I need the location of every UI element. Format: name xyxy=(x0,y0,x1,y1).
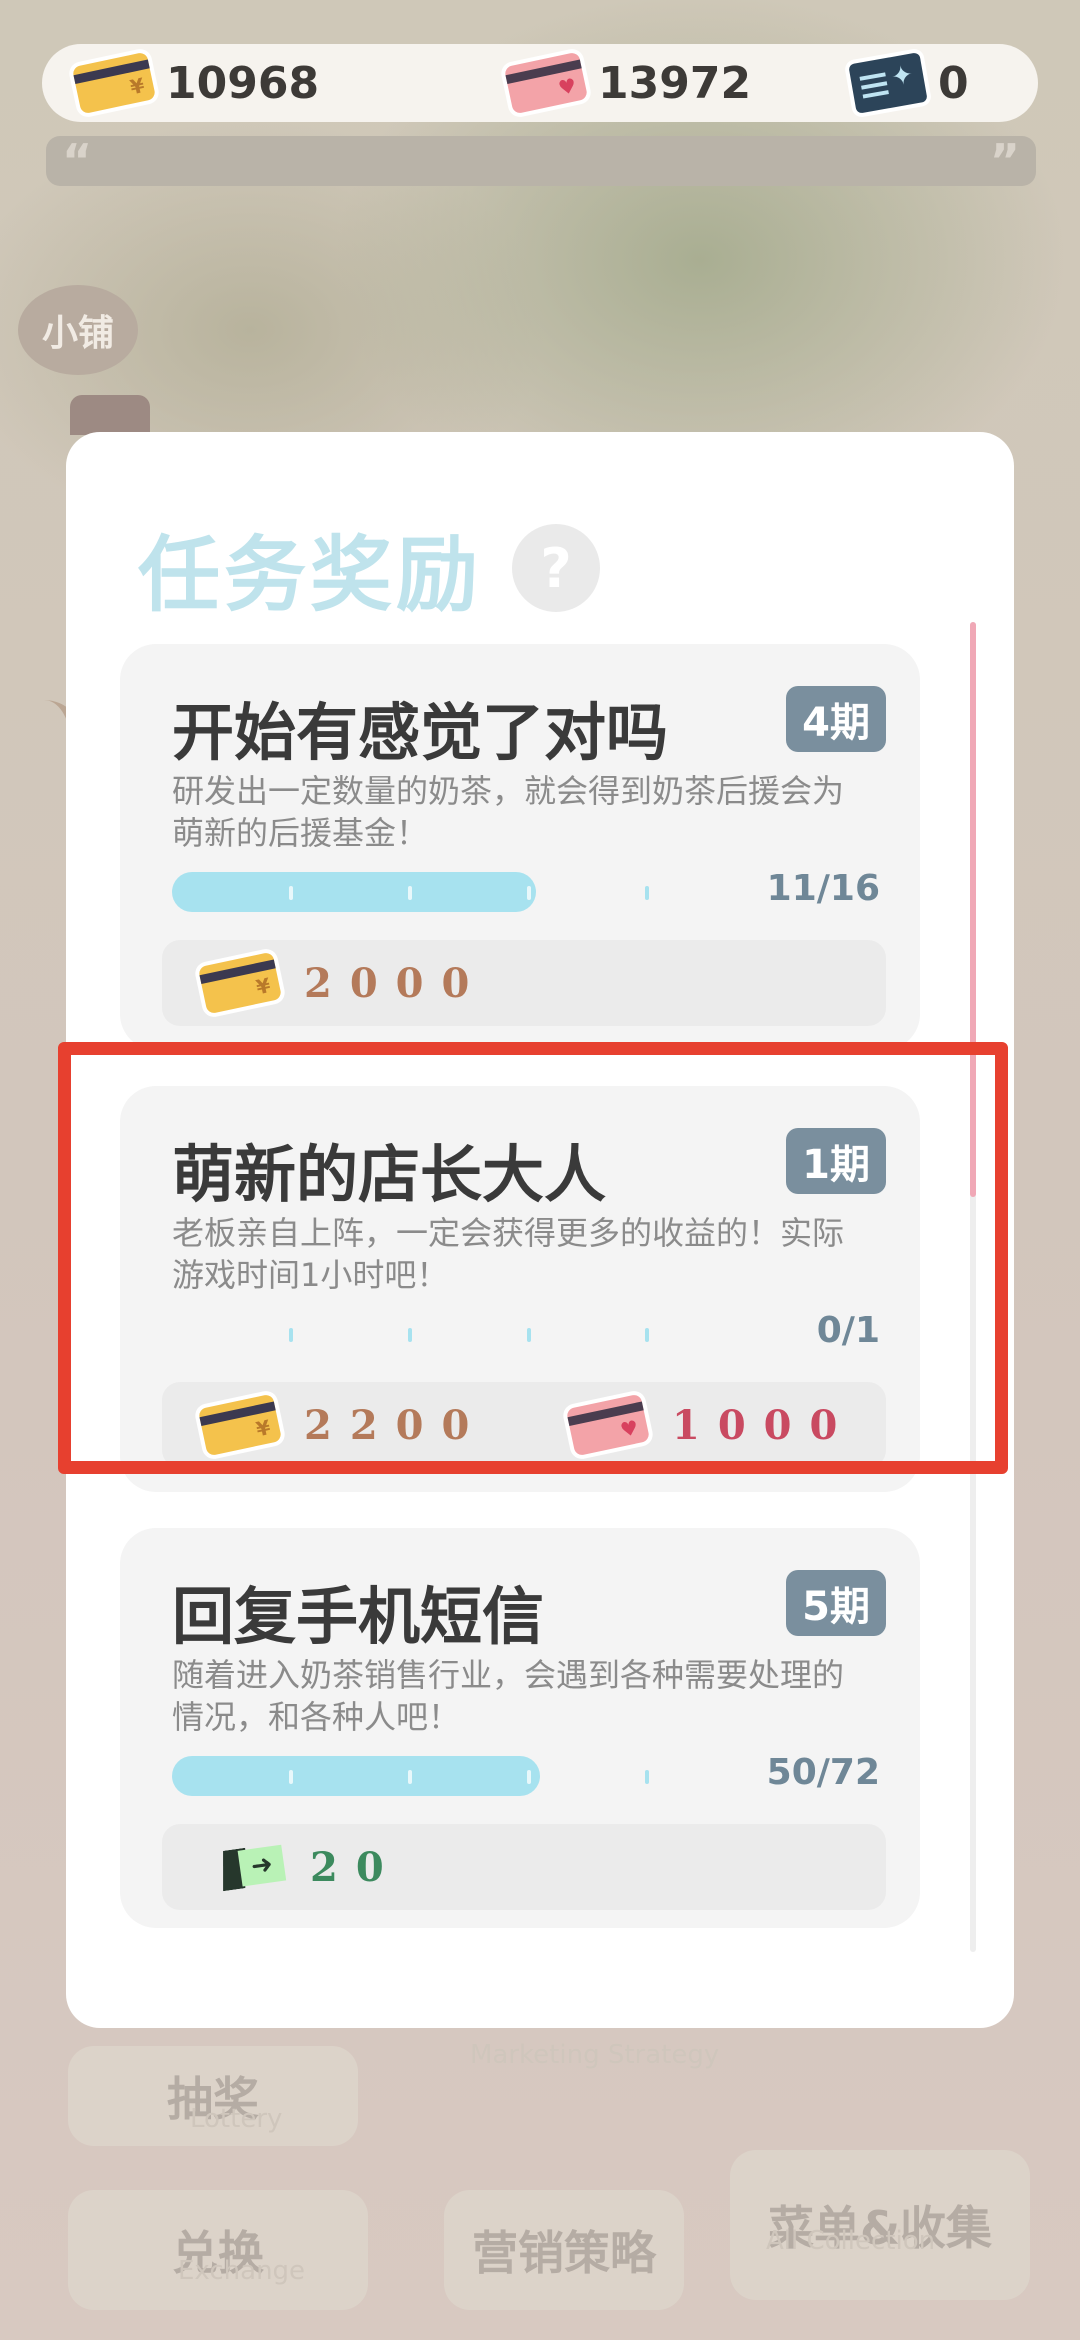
open-quote: “ xyxy=(62,134,93,188)
progress-tick xyxy=(645,1770,650,1784)
progress-tick xyxy=(288,1770,293,1784)
panel-title: 任务奖励 xyxy=(138,528,483,623)
reward-amount: 2000 xyxy=(304,959,488,1007)
period-badge: 5期 xyxy=(786,1570,886,1636)
period-badge: 4期 xyxy=(786,686,886,752)
reward-item: ➜ 20 xyxy=(220,1824,402,1910)
gold-currency: ¥ 10968 xyxy=(71,44,320,122)
gold-card-icon: ¥ xyxy=(197,951,283,1015)
reward-box: ¥ 2000 xyxy=(162,940,886,1026)
progress-fill xyxy=(172,872,537,912)
progress-text: 50/72 xyxy=(766,1752,880,1793)
task-title: 回复手机短信 xyxy=(172,1580,545,1653)
pink-card-icon: ♥ xyxy=(503,51,589,115)
progress-text: 11/16 xyxy=(766,868,880,909)
quote-bar: “ ” xyxy=(46,134,1036,188)
progress-tick xyxy=(288,886,293,900)
menu-collection-button[interactable]: 菜单&收集 xyxy=(730,2150,1030,2300)
marketing-sub-label: Marketing Strategy xyxy=(470,2040,720,2070)
task-description: 随着进入奶茶销售行业，会遇到各种需要处理的情况，和各种人吧！ xyxy=(172,1656,845,1736)
progress-fill xyxy=(172,1756,541,1796)
reward-box: ➜ 20 xyxy=(162,1824,886,1910)
highlight-frame xyxy=(58,1042,1008,1474)
lottery-sub-label: Lottery xyxy=(190,2104,283,2134)
exchange-sub-label: Exchange xyxy=(178,2256,306,2286)
menu-collection-sub-label: All Collection xyxy=(766,2226,936,2256)
progress-tick xyxy=(645,886,650,900)
shop-label: 小铺 xyxy=(41,313,114,354)
gold-card-icon: ¥ xyxy=(71,51,157,115)
ticket-icon: ✦ xyxy=(848,52,928,114)
progress-tick xyxy=(527,1770,532,1784)
task-description: 研发出一定数量的奶茶，就会得到奶茶后援会为萌新的后援基金！ xyxy=(172,772,845,852)
reward-item: ¥ 2000 xyxy=(197,940,488,1026)
pink-currency-value: 13972 xyxy=(598,57,752,109)
progress-bar xyxy=(172,1756,702,1796)
ticket-icon: ➜ xyxy=(218,1843,287,1892)
shop-badge: 小铺 xyxy=(18,285,138,375)
currency-bar: ¥ 10968 ♥ 13972 ✦ 0 xyxy=(42,44,1038,122)
progress-tick xyxy=(527,886,532,900)
exchange-button[interactable]: 兑换 xyxy=(68,2190,368,2310)
marketing-button[interactable]: 营销策略 xyxy=(444,2190,684,2310)
gold-currency-value: 10968 xyxy=(166,57,320,109)
progress-bar xyxy=(172,872,702,912)
close-quote: ” xyxy=(989,134,1020,188)
pink-currency: ♥ 13972 xyxy=(503,44,752,122)
progress-tick xyxy=(407,1770,412,1784)
task-card[interactable]: 回复手机短信 5期 随着进入奶茶销售行业，会遇到各种需要处理的情况，和各种人吧！… xyxy=(120,1528,920,1928)
ticket-currency: ✦ 0 xyxy=(848,44,969,122)
task-title: 开始有感觉了对吗 xyxy=(172,696,669,769)
reward-amount: 20 xyxy=(310,1843,402,1891)
marketing-label: 营销策略 xyxy=(472,2226,656,2280)
task-card[interactable]: 开始有感觉了对吗 4期 研发出一定数量的奶茶，就会得到奶茶后援会为萌新的后援基金… xyxy=(120,644,920,1050)
help-button[interactable]: ? xyxy=(512,524,600,612)
shop-awning xyxy=(70,395,150,435)
progress-tick xyxy=(407,886,412,900)
ticket-currency-value: 0 xyxy=(938,57,969,109)
help-icon: ? xyxy=(540,536,572,600)
